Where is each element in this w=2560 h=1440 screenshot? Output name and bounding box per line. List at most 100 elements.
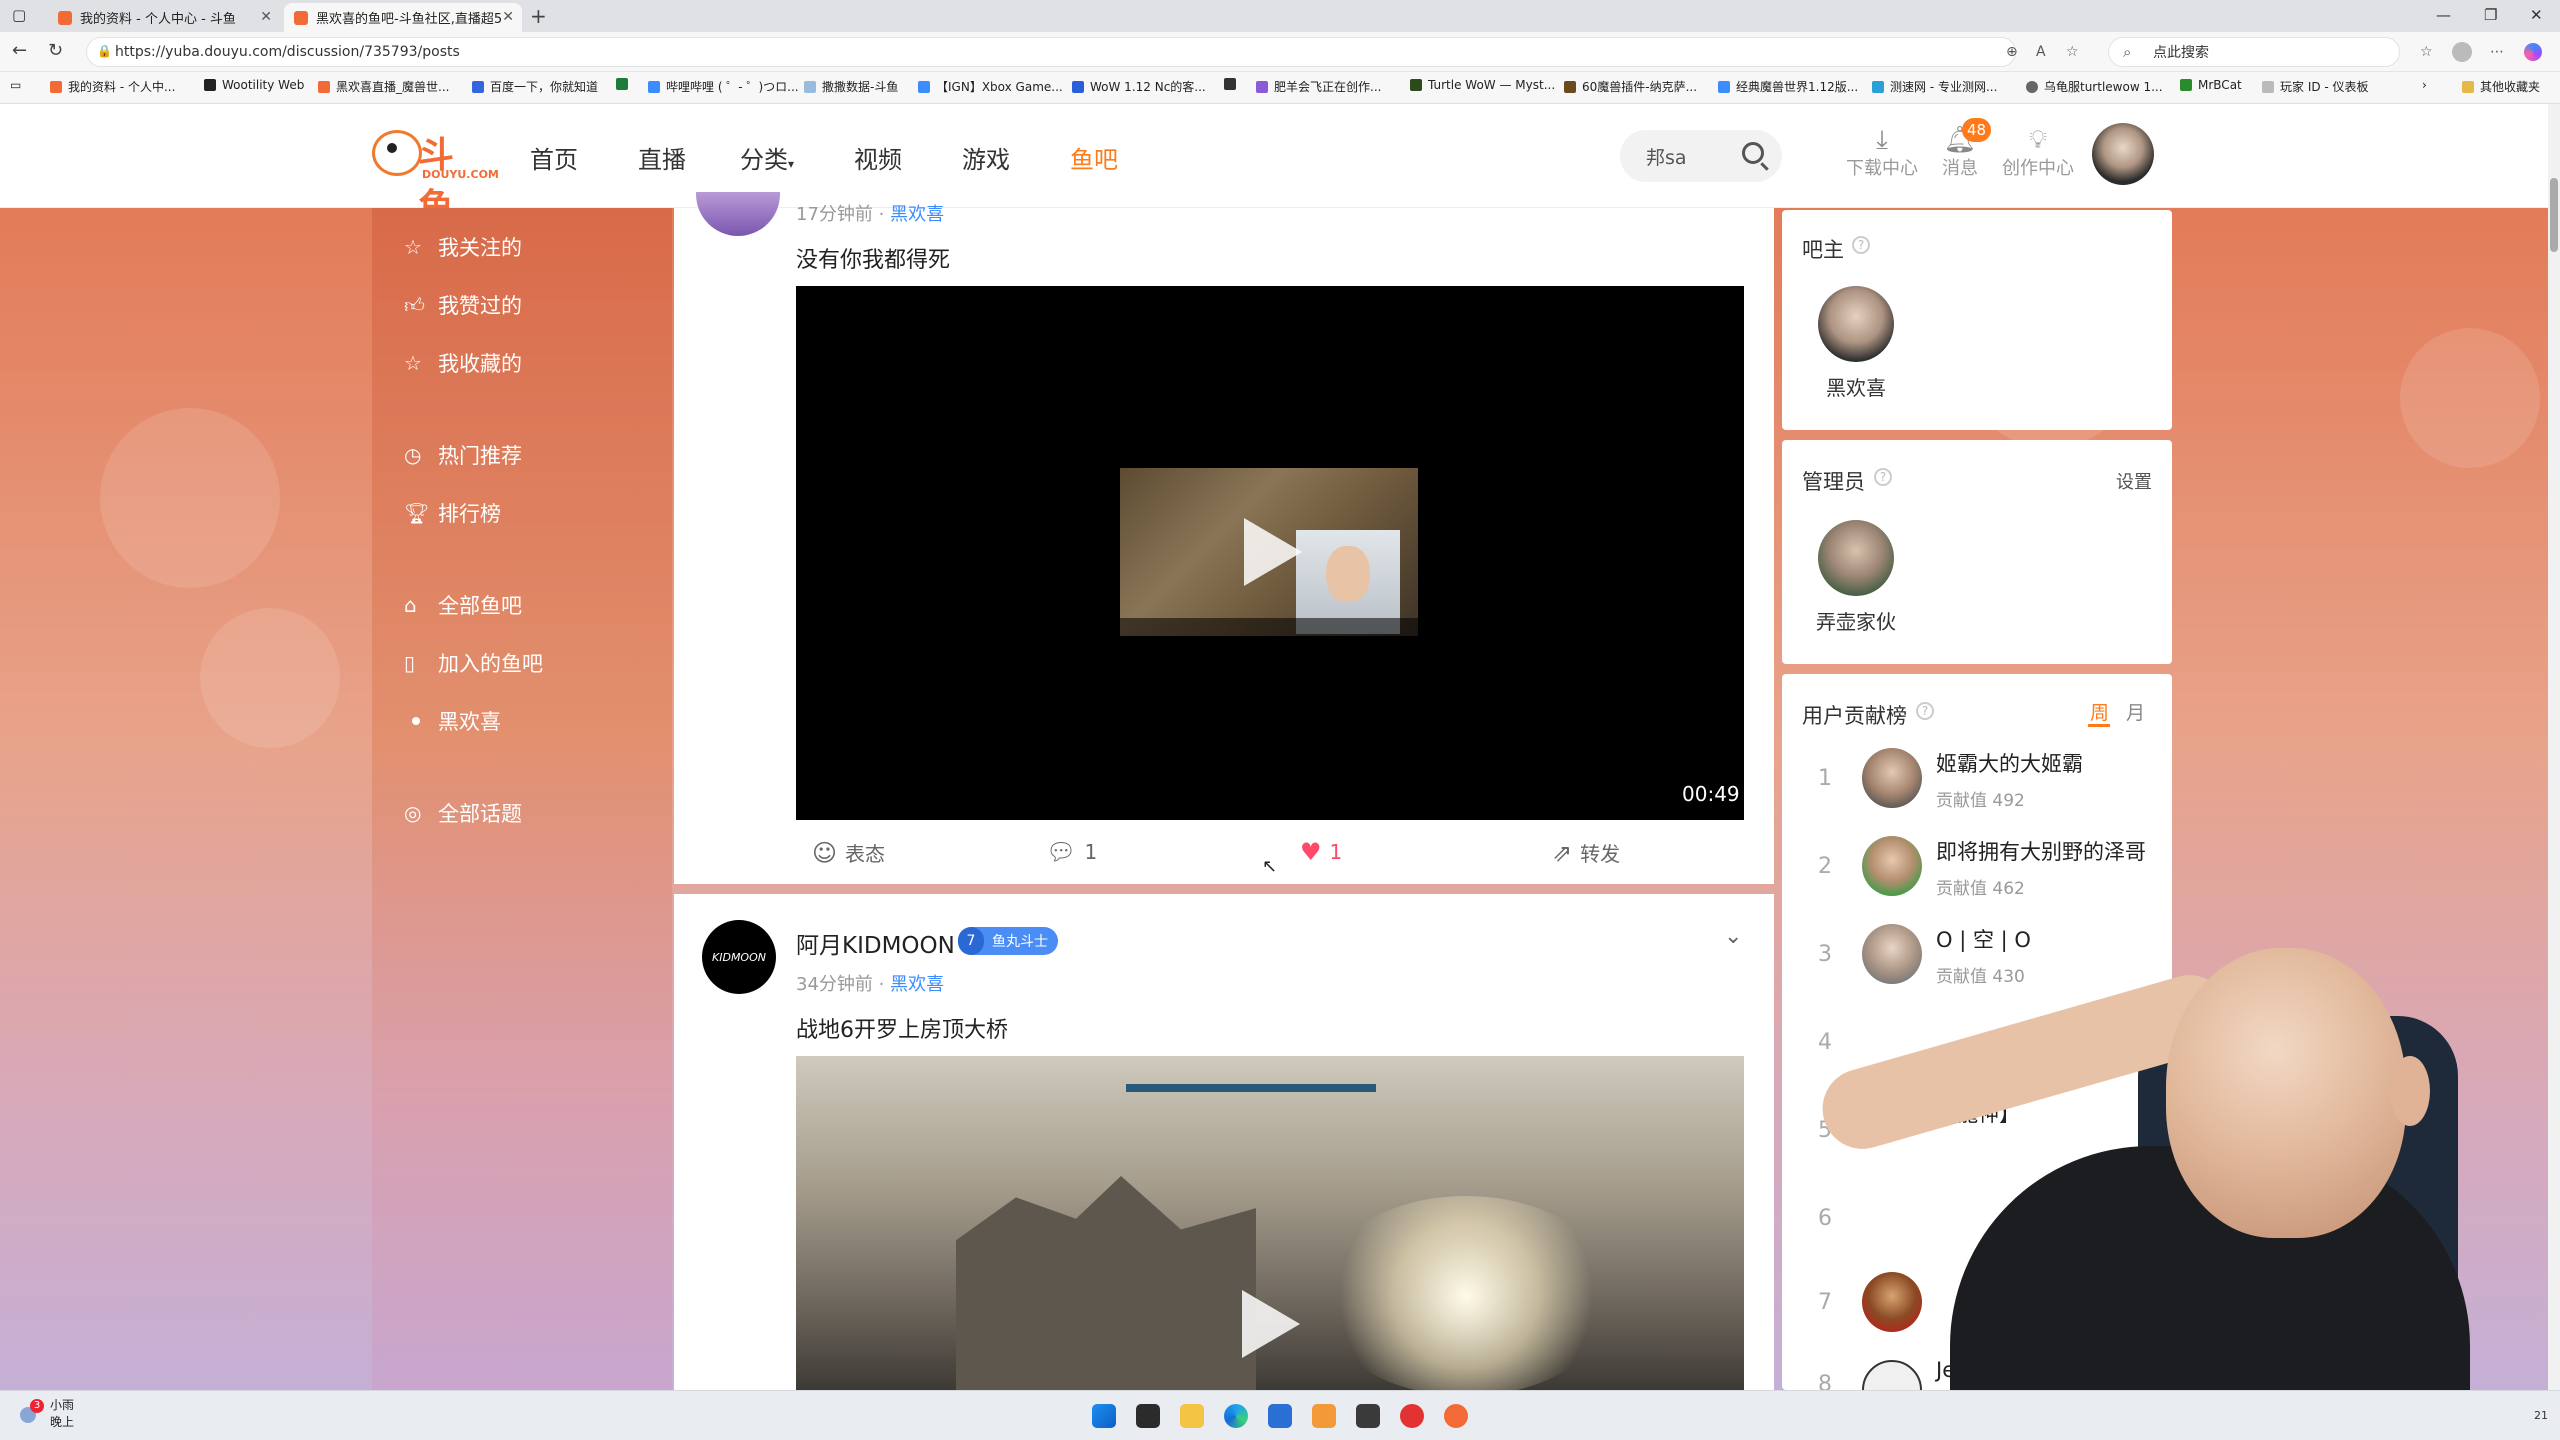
nav-video[interactable]: 视频 [854,140,902,175]
browser-tab-active[interactable]: 黑欢喜的鱼吧-斗鱼社区,直播超5 ✕ [284,3,522,32]
admin-settings-link[interactable]: 设置 [2116,468,2152,494]
close-icon[interactable]: ✕ [502,9,514,25]
tab-actions-icon[interactable]: ▢ [12,6,26,24]
sidebar-item-heihuanxi[interactable]: 黑欢喜 [404,706,501,736]
bookmark-item[interactable]: MrBCat [2180,78,2242,92]
rank-user-name[interactable]: 即将拥有大别野的泽哥 [1936,836,2146,866]
scrollbar-thumb[interactable] [2550,178,2558,252]
admin-name[interactable]: 弄壶家伙 [1796,606,1916,635]
favorites-icon[interactable]: ☆ [2420,44,2433,60]
page-scrollbar[interactable] [2548,104,2560,1390]
windows-start-icon[interactable] [1092,1404,1116,1428]
like-button[interactable]: ♥ 1 [1300,838,1342,866]
favorite-star-icon[interactable]: ☆ [2066,44,2079,60]
read-aloud-icon[interactable]: A [2036,44,2046,60]
file-explorer-icon[interactable] [1180,1404,1204,1428]
close-icon[interactable]: ✕ [260,9,272,25]
bookmarks-toggle-icon[interactable]: ▭ [10,78,21,92]
creator-center-button[interactable]: 💡︎ 创作中心 [1998,126,2078,180]
help-icon[interactable]: ? [1916,702,1934,720]
profile-icon[interactable] [2452,42,2472,62]
nav-yuba[interactable]: 鱼吧 [1070,140,1118,175]
bookmark-item[interactable]: 我的资料 - 个人中... [50,78,175,95]
bookmark-item[interactable] [1224,78,1242,90]
owner-avatar[interactable] [1818,286,1894,362]
nav-home[interactable]: 首页 [530,140,578,175]
douyu-logo[interactable]: 斗鱼 DOUYU.COM [372,126,499,228]
bookmark-item[interactable]: WoW 1.12 Nc的客... [1072,78,1206,95]
bookmark-folder[interactable]: 其他收藏夹 [2462,78,2540,95]
play-icon[interactable] [1244,518,1302,586]
rank-avatar[interactable] [1862,748,1922,808]
comment-button[interactable]: 💬︎ 1 [1046,838,1097,866]
post-group-link[interactable]: 黑欢喜 [890,204,944,225]
help-icon[interactable]: ? [1874,468,1892,486]
rank-toggle-week[interactable]: 周 [2090,698,2109,725]
bookmark-item[interactable]: 哔哩哔哩 ( ゜- ゜)つロ... [648,78,799,95]
weather-widget[interactable]: 3 小雨 晚上 [20,1397,74,1431]
bookmark-item[interactable]: 【IGN】Xbox Game... [918,78,1063,95]
netease-music-icon[interactable] [1400,1404,1424,1428]
play-icon[interactable] [1242,1290,1300,1358]
douyu-app-icon[interactable] [1444,1404,1468,1428]
close-window-icon[interactable]: ✕ [2530,6,2543,24]
task-view-icon[interactable] [1136,1404,1160,1428]
site-search-input[interactable]: 邦sa [1620,130,1782,182]
edge-browser-icon[interactable] [1224,1404,1248,1428]
bookmark-item[interactable]: Wootility Web [204,78,304,92]
sidebar-item-hot[interactable]: ◷ 热门推荐 [404,440,522,470]
post-title[interactable]: 战地6开罗上房顶大桥 [796,1012,1008,1044]
nav-live[interactable]: 直播 [638,140,686,175]
author-name[interactable]: 阿月KIDMOON [796,926,955,960]
new-tab-icon[interactable]: + [530,4,547,28]
restore-icon[interactable]: ❐ [2484,6,2497,24]
owner-name[interactable]: 黑欢喜 [1796,372,1916,401]
app-icon[interactable] [1356,1404,1380,1428]
bookmark-item[interactable]: 撒撒数据-斗鱼 [804,78,898,95]
admin-avatar[interactable] [1818,520,1894,596]
rank-avatar[interactable] [1862,836,1922,896]
store-icon[interactable] [1268,1404,1292,1428]
back-icon[interactable]: ← [12,40,27,61]
bookmark-item[interactable]: 肥羊会飞正在创作... [1256,78,1381,95]
sidebar-item-liked[interactable]: 👍︎ 我赞过的 [404,290,522,320]
user-avatar[interactable] [2092,123,2154,185]
bookmark-item[interactable]: 黑欢喜直播_魔兽世... [318,78,449,95]
sidebar-item-favorites[interactable]: ☆ 我收藏的 [404,348,522,378]
refresh-icon[interactable]: ↻ [48,40,63,61]
browser-tab[interactable]: 我的资料 - 个人中心 - 斗鱼 ✕ [48,3,280,32]
system-clock[interactable]: 21 [2534,1409,2548,1422]
bookmark-item[interactable]: 60魔兽插件-纳克萨... [1564,78,1697,95]
minimize-icon[interactable]: — [2436,6,2451,24]
sidebar-item-topics[interactable]: ◎ 全部话题 [404,798,522,828]
sidebar-item-all-yuba[interactable]: ⌂ 全部鱼吧 [404,590,522,620]
chevron-right-icon[interactable]: › [2422,78,2427,92]
sidebar-item-ranking[interactable]: 🏆︎ 排行榜 [404,498,501,528]
search-icon[interactable] [1742,142,1764,164]
post-group-link[interactable]: 黑欢喜 [890,974,944,995]
author-avatar[interactable]: KIDMOON [702,920,776,994]
url-field[interactable]: 🔒 https://yuba.douyu.com/discussion/7357… [86,37,2016,67]
rank-toggle-month[interactable]: 月 [2126,698,2145,725]
copilot-icon[interactable] [2524,43,2542,61]
bookmark-item[interactable]: 测速网 - 专业测网... [1872,78,1997,95]
rank-user-name[interactable]: 姬霸大的大姬霸 [1936,748,2083,778]
more-menu-icon[interactable]: ⋯ [2490,44,2504,60]
react-button[interactable]: ☺ 表态 [812,838,885,867]
zoom-icon[interactable]: ⊕ [2006,44,2018,60]
bookmark-item[interactable]: 经典魔兽世界1.12版... [1718,78,1858,95]
bookmark-item[interactable] [616,78,634,90]
nav-game[interactable]: 游戏 [962,140,1010,175]
sidebar-item-joined[interactable]: ▯ 加入的鱼吧 [404,648,543,678]
browser-search-field[interactable]: ⌕ 点此搜索 [2108,37,2400,67]
bookmark-item[interactable]: 百度一下，你就知道 [472,78,598,95]
app-icon[interactable] [1312,1404,1336,1428]
help-icon[interactable]: ? [1852,236,1870,254]
nav-category[interactable]: 分类▾ [740,140,794,175]
bookmark-item[interactable]: Turtle WoW — Myst... [1410,78,1555,92]
bookmark-item[interactable]: 乌龟服turtlewow 1... [2026,78,2163,95]
sidebar-item-following[interactable]: ☆ 我关注的 [404,232,522,262]
bookmark-item[interactable]: 玩家 ID - 仪表板 [2262,78,2369,95]
post-title[interactable]: 没有你我都得死 [796,242,950,274]
download-center-button[interactable]: ⤓ 下载中心 [1842,126,1922,180]
